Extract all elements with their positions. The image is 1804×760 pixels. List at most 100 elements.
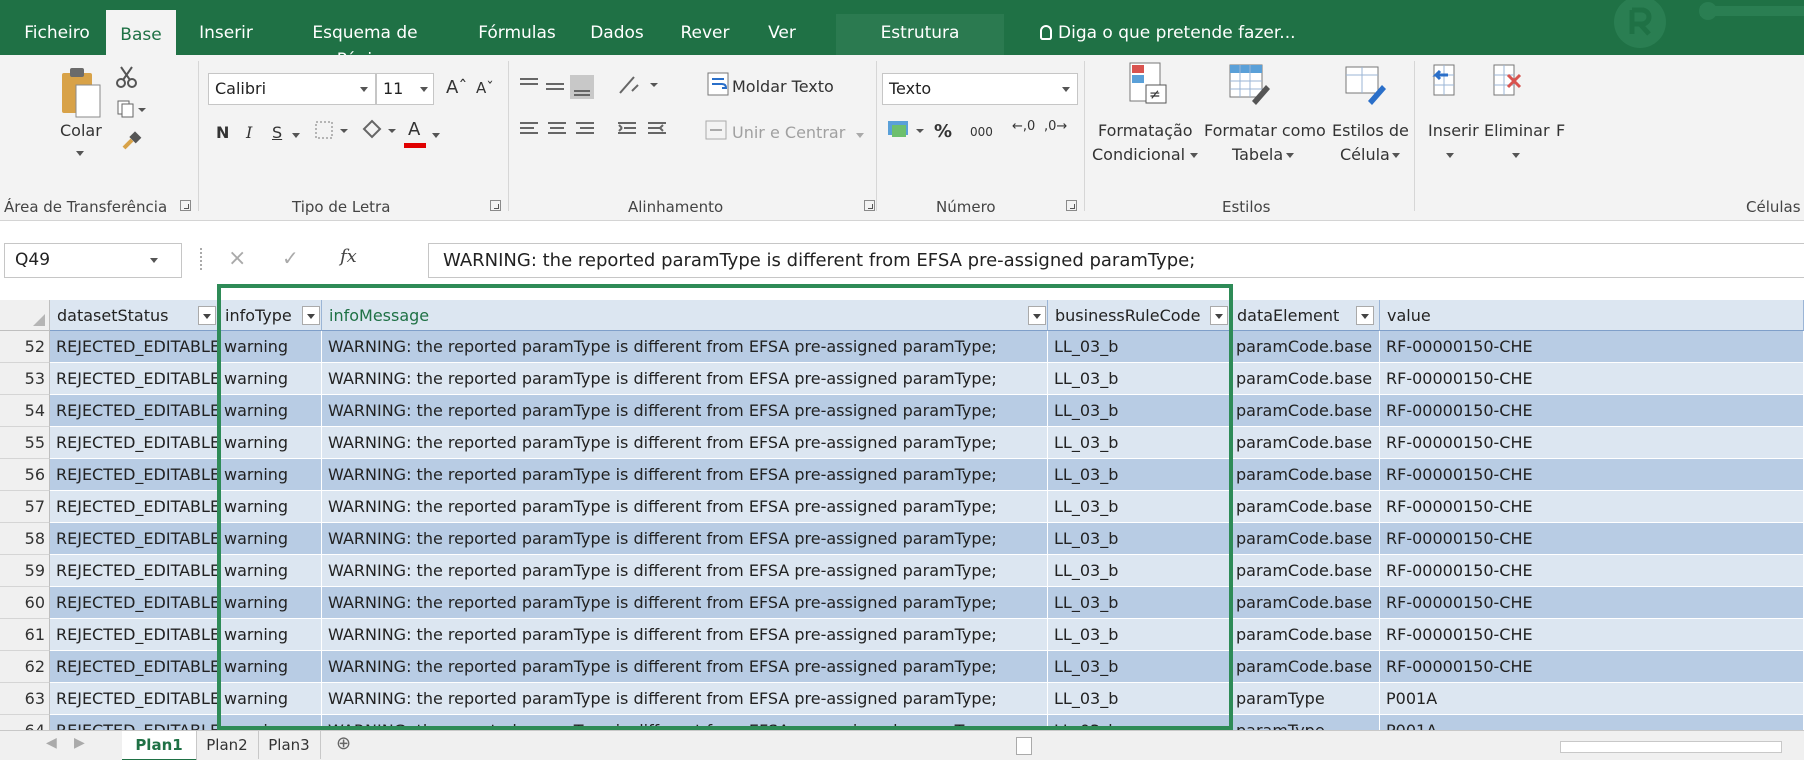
- table-cell-message[interactable]: WARNING: the reported paramType is diffe…: [322, 363, 1048, 395]
- table-cell-status[interactable]: REJECTED_EDITABLE: [50, 587, 218, 619]
- table-cell-value[interactable]: RF-00000150-CHE: [1380, 331, 1804, 363]
- table-cell-value[interactable]: RF-00000150-CHE: [1380, 459, 1804, 491]
- table-cell-status[interactable]: REJECTED_EDITABLE: [50, 363, 218, 395]
- font-color-icon[interactable]: A: [408, 119, 420, 140]
- row-number[interactable]: 53: [0, 363, 50, 395]
- table-cell-value[interactable]: RF-00000150-CHE: [1380, 555, 1804, 587]
- table-cell-value[interactable]: RF-00000150-CHE: [1380, 523, 1804, 555]
- tab-formulas[interactable]: Fórmulas: [474, 14, 560, 55]
- table-cell-message[interactable]: WARNING: the reported paramType is diffe…: [322, 523, 1048, 555]
- table-cell-message[interactable]: WARNING: the reported paramType is diffe…: [322, 619, 1048, 651]
- row-number[interactable]: 60: [0, 587, 50, 619]
- table-cell-element[interactable]: paramType: [1230, 683, 1380, 715]
- filter-dropdown-icon[interactable]: [198, 306, 216, 325]
- prev-sheet-icon[interactable]: ◀: [46, 735, 57, 751]
- table-cell-status[interactable]: REJECTED_EDITABLE: [50, 331, 218, 363]
- table-cell-type[interactable]: warning: [218, 523, 322, 555]
- table-cell-code[interactable]: LL_03_b: [1048, 363, 1230, 395]
- table-cell-code[interactable]: LL_03_b: [1048, 619, 1230, 651]
- table-cell-status[interactable]: REJECTED_EDITABLE: [50, 427, 218, 459]
- table-cell-message[interactable]: WARNING: the reported paramType is diffe…: [322, 331, 1048, 363]
- row-number[interactable]: 58: [0, 523, 50, 555]
- table-cell-value[interactable]: RF-00000150-CHE: [1380, 491, 1804, 523]
- wrap-text-icon[interactable]: [706, 71, 732, 99]
- table-cell-type[interactable]: warning: [218, 683, 322, 715]
- cut-icon[interactable]: [116, 65, 138, 89]
- row-number[interactable]: 57: [0, 491, 50, 523]
- table-cell-code[interactable]: LL_03_b: [1048, 587, 1230, 619]
- tab-home[interactable]: Base: [106, 10, 176, 55]
- table-cell-code[interactable]: LL_03_b: [1048, 683, 1230, 715]
- table-cell-type[interactable]: warning: [218, 491, 322, 523]
- table-cell-type[interactable]: warning: [218, 331, 322, 363]
- formula-bar-grip[interactable]: [200, 248, 204, 270]
- row-number[interactable]: 55: [0, 427, 50, 459]
- table-cell-status[interactable]: REJECTED_EDITABLE: [50, 555, 218, 587]
- underline-button[interactable]: S: [272, 123, 282, 142]
- table-cell-type[interactable]: warning: [218, 651, 322, 683]
- table-cell-message[interactable]: WARNING: the reported paramType is diffe…: [322, 651, 1048, 683]
- horizontal-align-icons[interactable]: [518, 117, 698, 145]
- table-cell-element[interactable]: paramCode.base: [1230, 555, 1380, 587]
- sheet-tab-plan1[interactable]: Plan1: [122, 731, 197, 760]
- number-format-select[interactable]: Texto: [882, 73, 1078, 105]
- insert-cells-icon[interactable]: [1428, 61, 1464, 103]
- table-cell-message[interactable]: WARNING: the reported paramType is diffe…: [322, 683, 1048, 715]
- table-cell-value[interactable]: RF-00000150-CHE: [1380, 619, 1804, 651]
- row-number[interactable]: 63: [0, 683, 50, 715]
- table-cell-message[interactable]: WARNING: the reported paramType is diffe…: [322, 395, 1048, 427]
- filter-dropdown-icon[interactable]: [1028, 306, 1046, 325]
- table-cell-element[interactable]: paramCode.base: [1230, 651, 1380, 683]
- decrease-decimal-icon[interactable]: ,0→: [1044, 119, 1067, 134]
- vertical-align-icons[interactable]: [518, 73, 598, 101]
- next-sheet-icon[interactable]: ▶: [74, 735, 85, 751]
- scroll-left-icon[interactable]: [1016, 737, 1032, 755]
- paste-dropdown-icon[interactable]: [76, 151, 84, 156]
- tell-me-box[interactable]: Diga o que pretende fazer...: [1040, 14, 1296, 47]
- horizontal-scrollbar[interactable]: [1560, 741, 1782, 753]
- row-number[interactable]: 59: [0, 555, 50, 587]
- italic-button[interactable]: I: [246, 123, 252, 142]
- filter-dropdown-icon[interactable]: [1356, 306, 1374, 325]
- wrap-text-button[interactable]: Moldar Texto: [732, 77, 834, 96]
- table-cell-type[interactable]: warning: [218, 459, 322, 491]
- table-cell-type[interactable]: warning: [218, 587, 322, 619]
- table-cell-element[interactable]: paramCode.base: [1230, 619, 1380, 651]
- table-cell-element[interactable]: paramCode.base: [1230, 523, 1380, 555]
- tab-insert[interactable]: Inserir: [192, 14, 260, 55]
- table-cell-element[interactable]: paramCode.base: [1230, 491, 1380, 523]
- number-launcher-icon[interactable]: [1066, 200, 1077, 211]
- number-format-dropdown-icon[interactable]: [1062, 87, 1070, 92]
- tab-data[interactable]: Dados: [584, 14, 650, 55]
- font-launcher-icon[interactable]: [490, 200, 501, 211]
- table-cell-status[interactable]: REJECTED_EDITABLE: [50, 683, 218, 715]
- header-value[interactable]: value: [1380, 300, 1804, 331]
- tab-review[interactable]: Rever: [672, 14, 738, 55]
- conditional-formatting-line2[interactable]: Condicional: [1092, 145, 1185, 164]
- filter-dropdown-icon[interactable]: [1210, 306, 1228, 325]
- font-name-dropdown-icon[interactable]: [360, 87, 368, 92]
- table-cell-type[interactable]: warning: [218, 619, 322, 651]
- table-cell-message[interactable]: WARNING: the reported paramType is diffe…: [322, 427, 1048, 459]
- table-cell-status[interactable]: REJECTED_EDITABLE: [50, 619, 218, 651]
- accounting-format-icon[interactable]: [886, 117, 930, 143]
- font-name-select[interactable]: Calibri: [208, 73, 376, 105]
- sheet-tab-plan3[interactable]: Plan3: [258, 731, 321, 759]
- conditional-formatting-dropdown-icon[interactable]: [1190, 153, 1198, 158]
- cancel-icon[interactable]: ×: [228, 246, 246, 271]
- format-as-table-dropdown-icon[interactable]: [1286, 153, 1294, 158]
- header-infoMessage[interactable]: infoMessage: [322, 300, 1048, 331]
- table-cell-status[interactable]: REJECTED_EDITABLE: [50, 459, 218, 491]
- formula-input[interactable]: WARNING: the reported paramType is diffe…: [428, 243, 1804, 278]
- copy-icon[interactable]: [116, 99, 146, 119]
- row-number[interactable]: 62: [0, 651, 50, 683]
- row-number[interactable]: 52: [0, 331, 50, 363]
- table-cell-status[interactable]: REJECTED_EDITABLE: [50, 651, 218, 683]
- table-cell-message[interactable]: WARNING: the reported paramType is diffe…: [322, 491, 1048, 523]
- font-size-dropdown-icon[interactable]: [420, 87, 428, 92]
- cell-styles-line1[interactable]: Estilos de: [1332, 121, 1409, 140]
- font-color-dropdown-icon[interactable]: [432, 133, 440, 138]
- comma-style-button[interactable]: 000: [970, 125, 993, 139]
- table-cell-status[interactable]: REJECTED_EDITABLE: [50, 395, 218, 427]
- header-datasetStatus[interactable]: datasetStatus: [50, 300, 218, 331]
